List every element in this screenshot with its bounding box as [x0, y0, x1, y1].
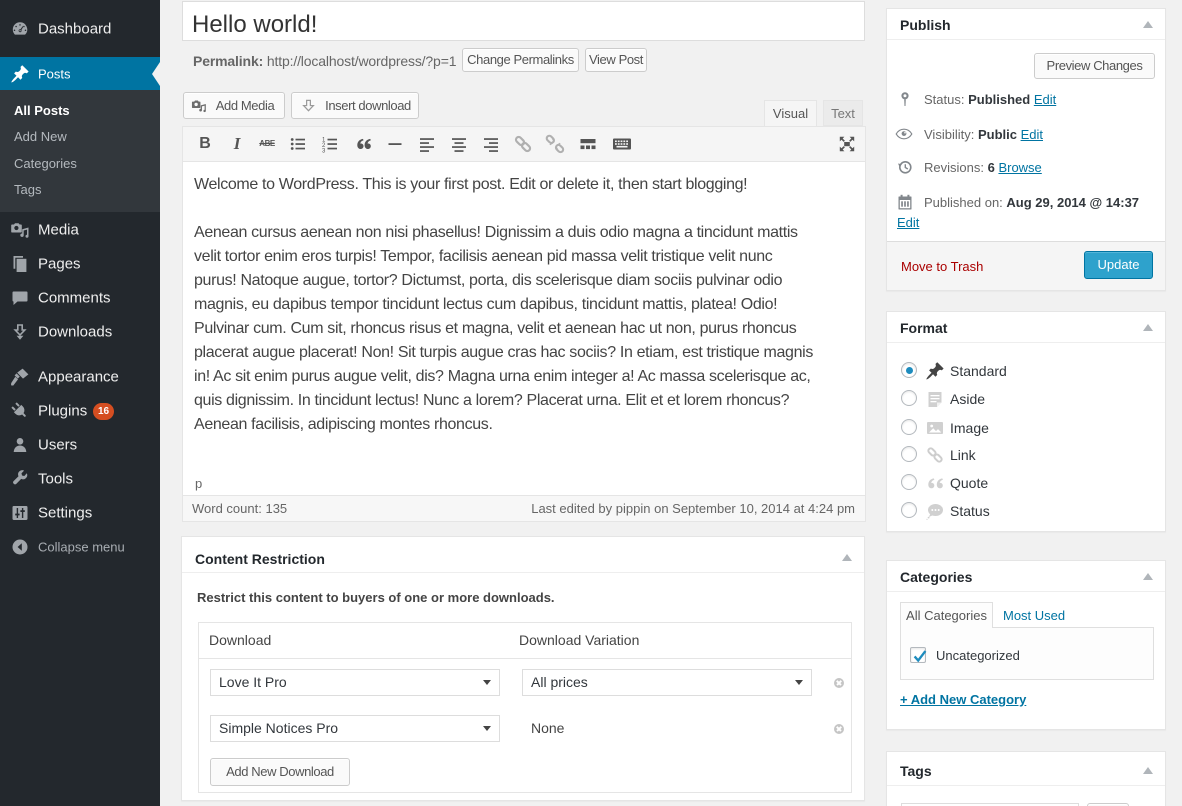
svg-text:3: 3	[322, 149, 326, 154]
